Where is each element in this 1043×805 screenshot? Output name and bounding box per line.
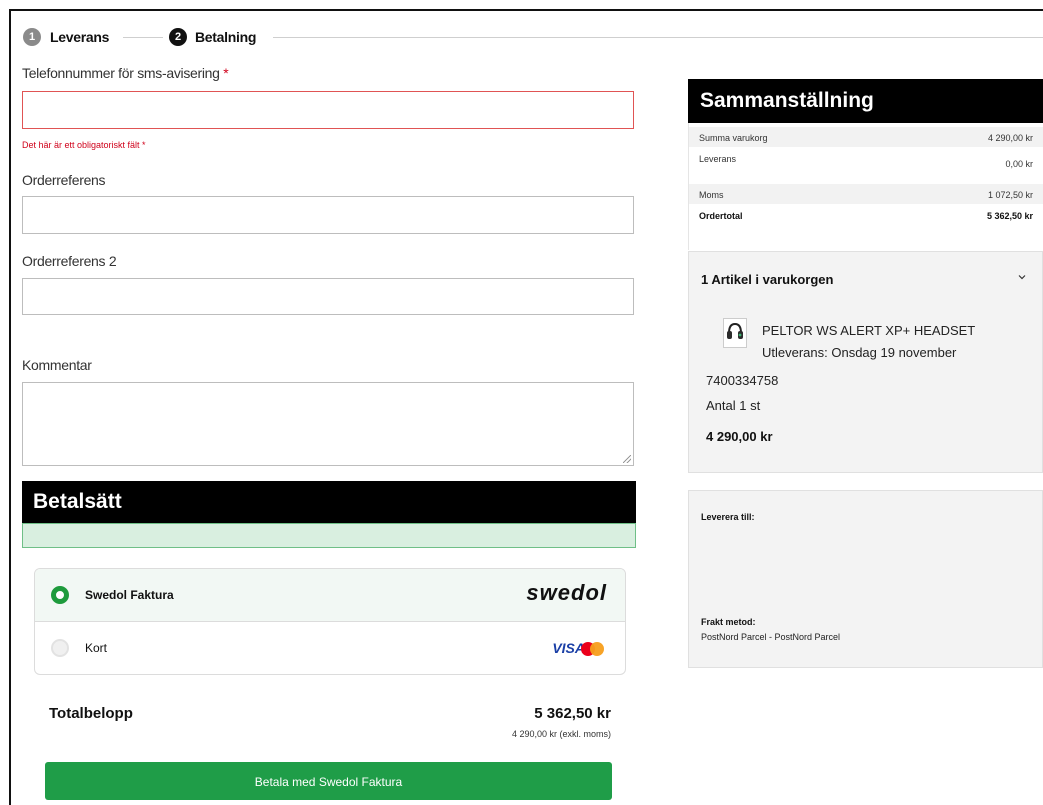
product-sku: 7400334758 (706, 373, 779, 388)
shipping-method-value: PostNord Parcel - PostNord Parcel (701, 632, 841, 642)
product-name[interactable]: PELTOR WS ALERT XP+ HEADSET (762, 323, 975, 338)
delivery-panel: Leverera till: Frakt metod: PostNord Par… (688, 490, 1043, 668)
step-divider (123, 37, 163, 38)
total-value: 5 362,50 kr (534, 705, 611, 722)
product-quantity: Antal 1 st (706, 398, 761, 413)
orderref-label: Orderreferens (22, 172, 106, 188)
shipping-method-label: Frakt metod: (701, 617, 756, 627)
step-divider-tail (273, 37, 1043, 38)
summary-row: Summa varukorg 4 290,00 kr (689, 127, 1043, 147)
step-2-number: 2 (169, 28, 187, 46)
total-excl-vat: 4 290,00 kr (exkl. moms) (511, 729, 611, 739)
cart-toggle[interactable]: 1 Artikel i varukorgen (701, 272, 833, 287)
payment-option-label: Swedol Faktura (85, 588, 174, 602)
mastercard-icon (581, 642, 605, 656)
chevron-down-icon[interactable] (1018, 273, 1026, 281)
step-1-number: 1 (23, 28, 41, 46)
page-frame-top (9, 9, 1043, 11)
summary-row-ordertotal: Ordertotal 5 362,50 kr (699, 211, 1033, 221)
payment-option-label: Kort (85, 641, 108, 655)
product-thumbnail[interactable] (723, 318, 747, 348)
payment-options: Swedol Faktura swedol Kort VISA (34, 568, 626, 675)
product-delivery-date: Utleverans: Onsdag 19 november (762, 345, 957, 360)
total-label: Totalbelopp (49, 705, 133, 722)
summary-row: Moms 1 072,50 kr (689, 184, 1043, 204)
comment-label: Kommentar (22, 357, 92, 373)
headset-icon (727, 322, 743, 339)
comment-textarea[interactable] (22, 382, 634, 466)
phone-input[interactable] (22, 91, 634, 129)
phone-error-message: Det här är ett obligatoriskt fält * (22, 140, 146, 150)
radio-unselected-icon[interactable] (51, 639, 69, 657)
page-frame-left (9, 9, 11, 805)
payment-option-kort[interactable]: Kort VISA (35, 622, 625, 674)
radio-selected-icon[interactable] (51, 586, 69, 604)
orderref2-label: Orderreferens 2 (22, 253, 117, 269)
payment-option-swedol-faktura[interactable]: Swedol Faktura swedol (35, 569, 625, 622)
summary-panel: Summa varukorg 4 290,00 kr Leverans 0,00 k… (688, 123, 1043, 250)
step-leverans[interactable]: Leverans (50, 29, 109, 45)
cart-panel: 1 Artikel i varukorgen PELTOR WS ALERT X… (688, 251, 1043, 473)
required-mark: * (223, 65, 229, 81)
phone-label: Telefonnummer för sms-avisering * (22, 65, 229, 81)
summary-title: Sammanställning (688, 79, 1043, 123)
pay-button[interactable]: Betala med Swedol Faktura (45, 762, 612, 800)
resize-grip-icon[interactable] (623, 455, 631, 463)
product-price: 4 290,00 kr (706, 429, 773, 444)
step-betalning: Betalning (195, 29, 257, 45)
swedol-logo: swedol (526, 580, 607, 605)
payment-status-strip (22, 523, 636, 548)
payment-section-title: Betalsätt (22, 481, 636, 523)
deliver-to-label: Leverera till: (701, 512, 755, 522)
summary-row: Leverans 0,00 kr (699, 154, 1033, 169)
checkout-stepper: 1 Leverans 2 Betalning (23, 27, 1043, 49)
orderref2-input[interactable] (22, 278, 634, 315)
orderref-input[interactable] (22, 196, 634, 234)
